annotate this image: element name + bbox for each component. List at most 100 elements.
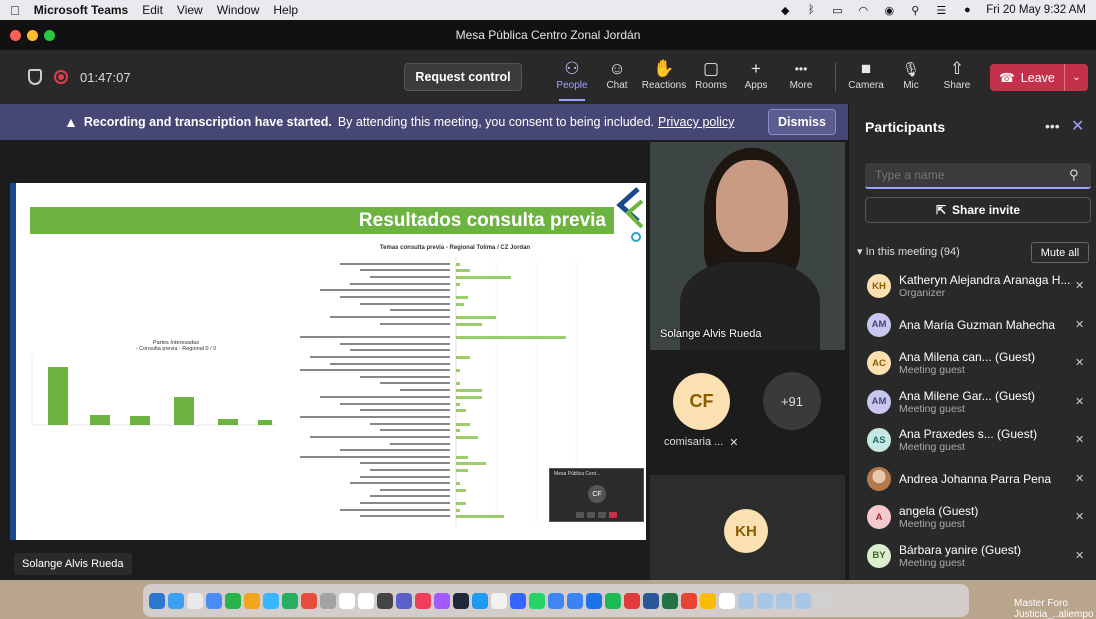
share-invite-button[interactable]: ⇱ Share invite (865, 197, 1091, 223)
bluetooth-icon[interactable]: ᛒ (804, 4, 818, 16)
leave-button[interactable]: ☎ Leave ⌄ (990, 64, 1088, 91)
privacy-policy-link[interactable]: Privacy policy (658, 115, 734, 129)
participant-row[interactable]: Andrea Johanna Parra Pena ✕ (849, 460, 1096, 499)
rooms-button[interactable]: ▢ Rooms (686, 58, 736, 91)
people-button[interactable]: ⚇ People (547, 58, 597, 101)
apple-menu-icon[interactable]:  (10, 3, 20, 18)
dock-app-icon[interactable] (168, 592, 184, 609)
reactions-button[interactable]: ✋ Reactions (639, 58, 689, 91)
participant-search-input[interactable] (865, 163, 1091, 189)
dock-app-icon[interactable] (434, 592, 450, 609)
mic-muted-icon[interactable]: ✕ (1075, 318, 1084, 331)
menu-edit[interactable]: Edit (142, 3, 163, 17)
participant-row[interactable]: KH Katheryn Alejandra Aranaga H... Organiz… (849, 267, 1096, 306)
participant-row[interactable]: AS Ana Praxedes s... (Guest) Meeting guest… (849, 421, 1096, 460)
dock-app-icon[interactable] (738, 592, 754, 609)
dock-app-icon[interactable] (358, 592, 374, 609)
mini-meeting-window[interactable]: Mesa Pública Cent... CF (549, 468, 644, 522)
zoom-window-icon[interactable] (44, 30, 55, 41)
dock-app-icon[interactable] (719, 592, 735, 609)
wifi-icon[interactable]: ◠ (856, 4, 870, 17)
share-button[interactable]: ⇧ Share (932, 58, 982, 91)
in-meeting-section-header[interactable]: ▾ In this meeting (94) (857, 245, 960, 258)
participant-avatar-cf[interactable]: CF (673, 373, 730, 430)
more-button[interactable]: ••• More (776, 58, 826, 91)
minimize-window-icon[interactable] (27, 30, 38, 41)
mini-mic-icon[interactable] (587, 512, 595, 518)
dismiss-button[interactable]: Dismiss (768, 109, 836, 135)
control-center-icon[interactable]: ☰ (934, 4, 948, 17)
camera-button[interactable]: ■ Camera (841, 58, 891, 91)
mini-camera-icon[interactable] (576, 512, 584, 518)
panel-more-options-icon[interactable]: ••• (1045, 118, 1060, 134)
dock-app-icon[interactable] (206, 592, 222, 609)
shield-icon[interactable] (28, 69, 42, 85)
dock-app-icon[interactable] (757, 592, 773, 609)
dock-app-icon[interactable] (605, 592, 621, 609)
dock-app-icon[interactable] (814, 592, 830, 609)
dock-app-icon[interactable] (795, 592, 811, 609)
mic-muted-icon[interactable]: ✕ (1075, 356, 1084, 369)
dock-app-icon[interactable] (339, 592, 355, 609)
close-icon[interactable]: ✕ (1071, 116, 1084, 136)
mic-muted-icon[interactable]: ✕ (1075, 279, 1084, 292)
search-icon[interactable]: ⚲ (1069, 167, 1079, 183)
dock-app-icon[interactable] (472, 592, 488, 609)
siri-icon[interactable]: ● (960, 4, 974, 16)
dock-app-icon[interactable] (586, 592, 602, 609)
mic-muted-icon[interactable]: ✕ (1075, 433, 1084, 446)
dock-app-icon[interactable] (529, 592, 545, 609)
participant-row[interactable]: AM Ana Milene Gar... (Guest) Meeting guest… (849, 383, 1096, 422)
dock-app-icon[interactable] (149, 592, 165, 609)
request-control-button[interactable]: Request control (404, 63, 522, 91)
participant-video-tile[interactable]: Solange Alvis Rueda (650, 142, 845, 350)
leave-options-chevron-icon[interactable]: ⌄ (1064, 64, 1088, 91)
mute-all-button[interactable]: Mute all (1031, 242, 1089, 263)
chat-button[interactable]: ☺ Chat (592, 58, 642, 91)
battery-icon[interactable]: ▭ (830, 4, 844, 17)
shield-status-icon[interactable]: ◆ (778, 4, 792, 17)
dock-app-icon[interactable] (377, 592, 393, 609)
dock-app-icon[interactable] (320, 592, 336, 609)
dock-app-icon[interactable] (662, 592, 678, 609)
dock-app-icon[interactable] (491, 592, 507, 609)
dock-app-icon[interactable] (510, 592, 526, 609)
dock-app-icon[interactable] (415, 592, 431, 609)
mic-button[interactable]: 🎙 Mic (886, 58, 936, 91)
close-window-icon[interactable] (10, 30, 21, 41)
mini-leave-icon[interactable] (609, 512, 617, 518)
dock-app-icon[interactable] (567, 592, 583, 609)
dock-app-icon[interactable] (396, 592, 412, 609)
dock-app-icon[interactable] (643, 592, 659, 609)
mic-muted-icon[interactable]: ✕ (1075, 549, 1084, 562)
dock-app-icon[interactable] (453, 592, 469, 609)
participant-avatar-kh[interactable]: KH (724, 509, 768, 553)
dock-app-icon[interactable] (776, 592, 792, 609)
spotlight-search-icon[interactable]: ⚲ (908, 4, 922, 17)
participant-row[interactable]: AC Ana Milena can... (Guest) Meeting guest… (849, 344, 1096, 383)
menu-window[interactable]: Window (217, 3, 260, 17)
dock-app-icon[interactable] (700, 592, 716, 609)
menubar-clock[interactable]: Fri 20 May 9:32 AM (986, 4, 1086, 16)
menu-help[interactable]: Help (273, 3, 298, 17)
dock-app-icon[interactable] (225, 592, 241, 609)
dock-app-icon[interactable] (681, 592, 697, 609)
dock-app-icon[interactable] (548, 592, 564, 609)
mic-muted-icon[interactable]: ✕ (1075, 510, 1084, 523)
dock-app-icon[interactable] (282, 592, 298, 609)
mic-muted-icon[interactable]: ✕ (1075, 472, 1084, 485)
app-menu[interactable]: Microsoft Teams (34, 3, 128, 17)
apps-button[interactable]: + Apps (731, 58, 781, 91)
participant-row[interactable]: BY Bárbara yanire (Guest) Meeting guest ✕ (849, 537, 1096, 576)
dock-app-icon[interactable] (187, 592, 203, 609)
participant-row[interactable]: Aangela (Guest) Meeting guest ✕ (849, 498, 1096, 537)
dock-app-icon[interactable] (244, 592, 260, 609)
more-participants-tile[interactable]: +91 (763, 372, 821, 430)
dock-app-icon[interactable] (624, 592, 640, 609)
mini-share-icon[interactable] (598, 512, 606, 518)
dock-app-icon[interactable] (263, 592, 279, 609)
mic-muted-icon[interactable]: ✕ (1075, 395, 1084, 408)
participant-row[interactable]: AM Ana Maria Guzman Mahecha ✕ (849, 306, 1096, 345)
menu-view[interactable]: View (177, 3, 203, 17)
dock-app-icon[interactable] (301, 592, 317, 609)
